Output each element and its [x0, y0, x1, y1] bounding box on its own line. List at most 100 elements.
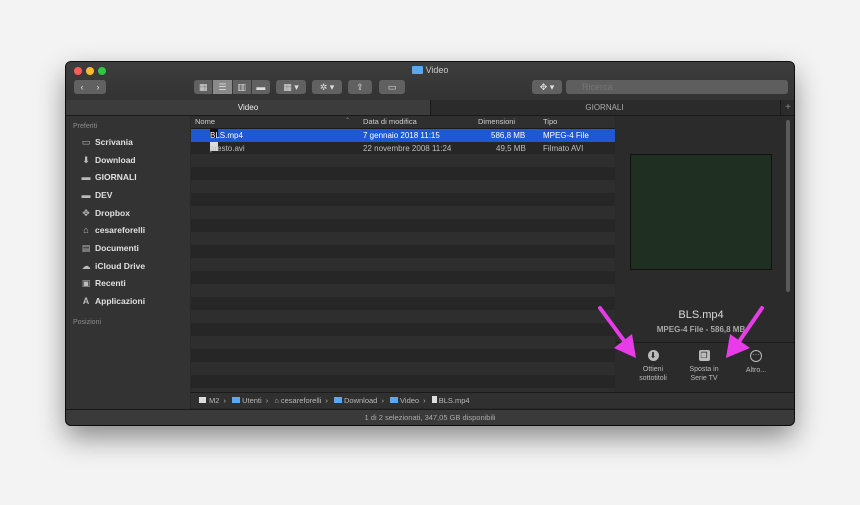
sidebar-item-recenti[interactable]: ▣ Recenti [80, 276, 126, 290]
sidebar: Preferiti ▭ Scrivania ⬇ Download ▬ GIORNALI… [66, 116, 190, 409]
home-icon: ⌂ [274, 396, 279, 405]
file-date: 22 novembre 2008 11:24 [363, 144, 452, 153]
back-button[interactable]: ‹ [74, 80, 90, 94]
recents-icon: ▣ [81, 278, 91, 288]
sort-chevron-icon: ⌃ [345, 118, 351, 124]
file-size: 49,5 MB [496, 144, 526, 153]
new-tab-button[interactable]: + [780, 100, 794, 115]
back-forward-buttons[interactable]: ‹ › [74, 80, 106, 94]
column-size[interactable]: Dimensioni [478, 117, 515, 126]
tab-video[interactable]: Video [66, 100, 431, 115]
document-file-icon [431, 396, 437, 403]
action-label: Altro... [745, 367, 767, 374]
path-label: Download [344, 396, 378, 405]
document-icon: ▤ [81, 243, 91, 253]
path-label: BLS.mp4 [438, 396, 470, 405]
sidebar-item-cesareforelli[interactable]: ⌂ cesareforelli [80, 223, 145, 237]
path-segment-drive[interactable]: M2 [199, 393, 219, 408]
drive-icon [199, 397, 206, 403]
file-kind: MPEG-4 File [543, 131, 589, 140]
cloud-icon: ☁ [81, 261, 91, 271]
empty-row [191, 336, 615, 349]
sidebar-header-locations: Posizioni [73, 319, 102, 326]
action-gear-button[interactable]: ✲ ▾ [312, 80, 342, 94]
sidebar-item-label: Recenti [95, 278, 126, 288]
file-kind: Filmato AVI [543, 144, 584, 153]
video-thumbnail[interactable] [630, 154, 772, 270]
gallery-view-button[interactable]: ▬ [252, 80, 270, 94]
sidebar-item-label: iCloud Drive [95, 261, 146, 271]
share-button[interactable]: ⇪ [348, 80, 372, 94]
folder-icon: ▬ [81, 172, 91, 182]
path-label: Utenti [242, 396, 262, 405]
sidebar-item-giornali[interactable]: ▬ GIORNALI [80, 170, 137, 184]
table-row[interactable]: BLS.mp4 7 gennaio 2018 11:15 586,8 MB MP… [191, 129, 615, 142]
window-title: Video [66, 65, 794, 75]
sidebar-item-applicazioni[interactable]: A Applicazioni [80, 294, 145, 308]
forward-button[interactable]: › [90, 80, 106, 94]
icon-view-button[interactable]: ▦ [194, 80, 214, 94]
tags-button[interactable]: ▭ [379, 80, 405, 94]
list-view-button[interactable]: ☰ [213, 80, 233, 94]
empty-row [191, 284, 615, 297]
sidebar-item-scrivania[interactable]: ▭ Scrivania [80, 135, 133, 149]
sidebar-item-documenti[interactable]: ▤ Documenti [80, 241, 139, 255]
sidebar-item-dev[interactable]: ▬ DEV [80, 188, 113, 202]
folder-icon: ▬ [81, 190, 91, 200]
empty-row [191, 258, 615, 271]
tab-bar: Video GIORNALI + [66, 100, 794, 116]
preview-scrollbar[interactable] [786, 120, 790, 292]
status-bar: 1 di 2 selezionati, 347,05 GB disponibil… [66, 409, 794, 425]
dropbox-button[interactable]: ✥ ▾ [532, 80, 562, 94]
column-view-button[interactable]: ▥ [233, 80, 252, 94]
path-segment-video[interactable]: Video [386, 393, 419, 408]
home-icon: ⌂ [83, 225, 89, 235]
file-name-text: presto.avi [210, 144, 245, 153]
sidebar-item-label: Dropbox [95, 208, 130, 218]
finder-window: Video ‹› ▦ ☰ ▥ ▬ ▦ ▾ ✲ ▾ ⇪ ▭ ✥ ▾ ⚲ Video… [66, 62, 794, 425]
path-label: Video [400, 396, 420, 405]
path-segment-home[interactable]: ⌂ cesareforelli [270, 393, 321, 408]
sidebar-item-label: Download [95, 155, 136, 165]
sidebar-item-label: cesareforelli [95, 225, 146, 235]
group-button[interactable]: ▦ ▾ [276, 80, 306, 94]
sidebar-item-label: Applicazioni [95, 296, 146, 306]
download-icon: ⬇ [82, 155, 90, 165]
download-circle-icon: ⬇ [647, 350, 659, 361]
sidebar-item-label: DEV [95, 190, 113, 200]
file-list: Nome ⌃ Data di modifica Dimensioni Tipo … [191, 116, 615, 392]
path-bar: M2 › Utenti › ⌂ cesareforelli › Download … [191, 392, 794, 408]
move-icon: ❐ [698, 350, 710, 361]
sidebar-item-download[interactable]: ⬇ Download [80, 153, 136, 167]
table-row[interactable]: presto.avi 22 novembre 2008 11:24 49,5 M… [191, 142, 615, 155]
action-label: sottotitoli [639, 375, 667, 382]
sidebar-item-label: GIORNALI [95, 172, 137, 182]
file-size: 586,8 MB [491, 131, 526, 140]
column-name[interactable]: Nome [195, 117, 215, 126]
empty-row [191, 310, 615, 323]
path-label: M2 [209, 396, 220, 405]
applications-icon: A [82, 296, 90, 306]
window-title-text: Video [425, 65, 449, 75]
column-kind[interactable]: Tipo [543, 117, 557, 126]
column-date[interactable]: Data di modifica [363, 117, 417, 126]
action-label: Ottieni [642, 366, 664, 373]
sidebar-item-label: Scrivania [95, 137, 133, 147]
tab-giornali[interactable]: GIORNALI [430, 100, 779, 115]
sidebar-header-favorites: Preferiti [73, 123, 98, 130]
path-segment-utenti[interactable]: Utenti [228, 393, 262, 408]
title-bar: Video ‹› ▦ ☰ ▥ ▬ ▦ ▾ ✲ ▾ ⇪ ▭ ✥ ▾ ⚲ [66, 62, 794, 100]
sidebar-item-dropbox[interactable]: ✥ Dropbox [80, 206, 130, 220]
dropbox-icon: ✥ [82, 208, 90, 218]
search-input[interactable] [566, 80, 788, 94]
path-segment-file[interactable]: BLS.mp4 [428, 393, 470, 408]
desktop-icon: ▭ [81, 137, 91, 147]
sidebar-item-icloud-drive[interactable]: ☁ iCloud Drive [80, 259, 146, 273]
folder-icon [334, 397, 342, 403]
column-header: Nome ⌃ Data di modifica Dimensioni Tipo [191, 116, 615, 129]
folder-icon [232, 397, 241, 403]
action-label: Sposta in [689, 366, 719, 373]
path-label: cesareforelli [280, 396, 322, 405]
file-date: 7 gennaio 2018 11:15 [363, 131, 440, 140]
path-segment-download[interactable]: Download [330, 393, 377, 408]
